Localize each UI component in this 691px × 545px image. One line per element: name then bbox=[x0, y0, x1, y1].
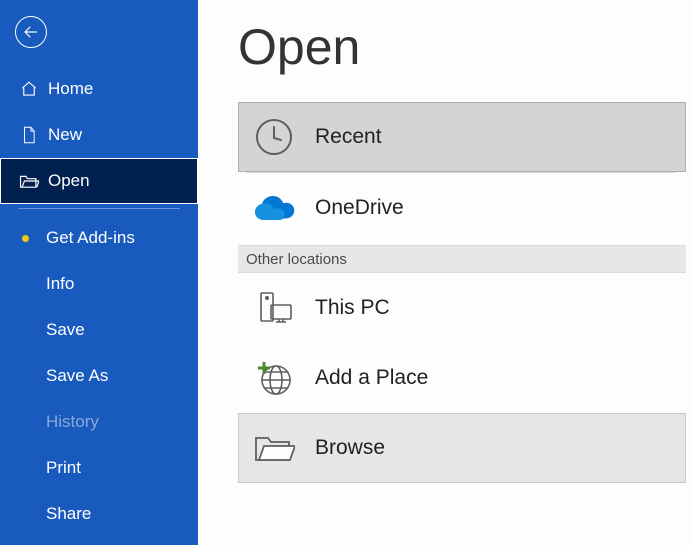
location-recent[interactable]: Recent bbox=[238, 102, 686, 172]
location-list: Recent OneDrive Other locations This PC bbox=[238, 102, 686, 483]
nav-saveas-label: Save As bbox=[46, 366, 108, 386]
nav-history: History bbox=[0, 399, 198, 445]
nav-new[interactable]: New bbox=[0, 112, 198, 158]
nav-print[interactable]: Print bbox=[0, 445, 198, 491]
nav-share-label: Share bbox=[46, 504, 91, 524]
this-pc-icon bbox=[251, 285, 297, 331]
notification-dot-icon bbox=[22, 235, 29, 242]
nav-open-label: Open bbox=[48, 171, 90, 191]
location-thispc-label: This PC bbox=[315, 296, 390, 320]
location-this-pc[interactable]: This PC bbox=[238, 273, 686, 343]
nav-addins-label: Get Add-ins bbox=[46, 228, 135, 248]
home-icon bbox=[18, 80, 40, 98]
main-panel: Open Recent OneDrive Other locations bbox=[198, 0, 691, 545]
nav-info-label: Info bbox=[46, 274, 74, 294]
nav-divider bbox=[18, 208, 180, 209]
location-onedrive[interactable]: OneDrive bbox=[238, 173, 686, 243]
back-arrow-icon bbox=[22, 23, 40, 41]
location-onedrive-label: OneDrive bbox=[315, 196, 404, 220]
browse-folder-icon bbox=[251, 425, 297, 471]
page-title: Open bbox=[238, 18, 691, 76]
nav-home-label: Home bbox=[48, 79, 93, 99]
nav-save-as[interactable]: Save As bbox=[0, 353, 198, 399]
onedrive-icon bbox=[251, 185, 297, 231]
nav-new-label: New bbox=[48, 125, 82, 145]
document-icon bbox=[18, 126, 40, 144]
nav-save[interactable]: Save bbox=[0, 307, 198, 353]
nav-history-label: History bbox=[46, 412, 99, 432]
nav-print-label: Print bbox=[46, 458, 81, 478]
add-place-icon bbox=[251, 355, 297, 401]
nav-open[interactable]: Open bbox=[0, 158, 198, 204]
clock-icon bbox=[251, 114, 297, 160]
location-browse[interactable]: Browse bbox=[238, 413, 686, 483]
location-add-place[interactable]: Add a Place bbox=[238, 343, 686, 413]
folder-open-icon bbox=[18, 173, 40, 189]
back-button[interactable] bbox=[15, 16, 47, 48]
location-browse-label: Browse bbox=[315, 436, 385, 460]
location-addplace-label: Add a Place bbox=[315, 366, 428, 390]
backstage-sidebar: Home New Open Get Add-ins Info Save Save… bbox=[0, 0, 198, 545]
nav-home[interactable]: Home bbox=[0, 66, 198, 112]
nav-get-addins[interactable]: Get Add-ins bbox=[0, 215, 198, 261]
location-recent-label: Recent bbox=[315, 125, 382, 149]
section-other-locations: Other locations bbox=[238, 245, 686, 273]
nav-share[interactable]: Share bbox=[0, 491, 198, 537]
nav-info[interactable]: Info bbox=[0, 261, 198, 307]
nav-save-label: Save bbox=[46, 320, 85, 340]
